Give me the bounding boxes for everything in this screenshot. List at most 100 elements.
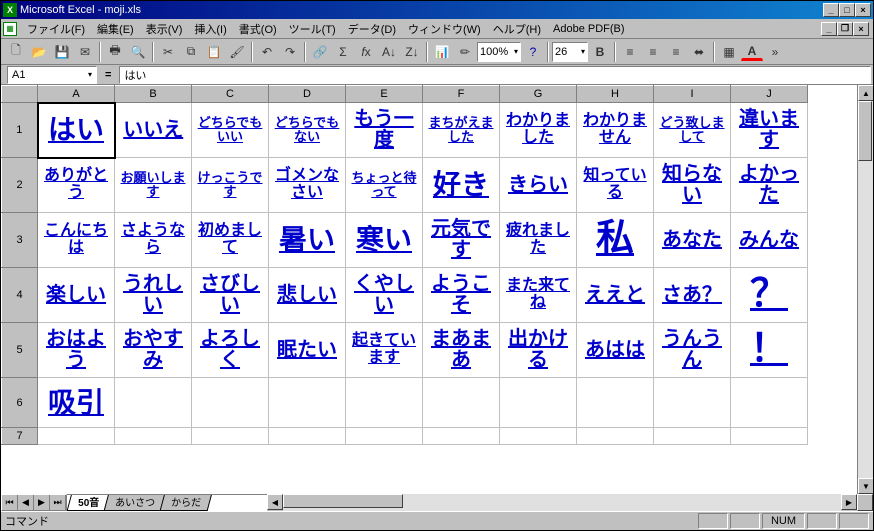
- cell[interactable]: うんうん: [654, 323, 731, 378]
- cell[interactable]: ちょっと待って: [346, 158, 423, 213]
- cell[interactable]: ようこそ: [423, 268, 500, 323]
- menu-format[interactable]: 書式(O): [233, 19, 283, 39]
- cell[interactable]: 好き: [423, 158, 500, 213]
- row-header[interactable]: 3: [2, 213, 38, 268]
- cell[interactable]: 悲しい: [269, 268, 346, 323]
- sheet-first-icon[interactable]: ⏮: [2, 495, 18, 510]
- cell-link[interactable]: あなた: [662, 230, 722, 251]
- cell[interactable]: あはは: [577, 323, 654, 378]
- cell[interactable]: [115, 428, 192, 445]
- cell-link[interactable]: みんな: [739, 230, 799, 251]
- zoom-combo[interactable]: 100%▾: [477, 42, 521, 62]
- cell-link[interactable]: 違います: [733, 109, 805, 151]
- row-header[interactable]: 4: [2, 268, 38, 323]
- column-header[interactable]: I: [654, 86, 731, 103]
- cell[interactable]: うれしい: [115, 268, 192, 323]
- sheet-next-icon[interactable]: ▶: [34, 495, 50, 510]
- cell-link[interactable]: 好き: [433, 170, 489, 199]
- sheet-tab[interactable]: あいさつ: [104, 494, 167, 511]
- cell[interactable]: [654, 428, 731, 445]
- column-header[interactable]: H: [577, 86, 654, 103]
- cell[interactable]: よろしく: [192, 323, 269, 378]
- sheet-last-icon[interactable]: ⏭: [50, 495, 66, 510]
- cell[interactable]: 眠たい: [269, 323, 346, 378]
- cell[interactable]: [731, 428, 808, 445]
- cell-link[interactable]: おやすみ: [117, 329, 189, 371]
- cell[interactable]: [423, 378, 500, 428]
- cell-link[interactable]: 楽しい: [46, 285, 106, 306]
- cell[interactable]: どう致しまして: [654, 103, 731, 158]
- cell[interactable]: ありがとう: [38, 158, 115, 213]
- row-header[interactable]: 1: [2, 103, 38, 158]
- align-left-icon[interactable]: ≡: [619, 41, 641, 63]
- cell[interactable]: くやしい: [346, 268, 423, 323]
- redo-icon[interactable]: ↷: [279, 41, 301, 63]
- row-header[interactable]: 7: [2, 428, 38, 445]
- menu-tools[interactable]: ツール(T): [283, 19, 342, 39]
- maximize-button[interactable]: □: [839, 3, 855, 17]
- cell[interactable]: [38, 428, 115, 445]
- cell[interactable]: わかりません: [577, 103, 654, 158]
- cell-link[interactable]: 私: [596, 220, 634, 260]
- menu-help[interactable]: ヘルプ(H): [487, 19, 547, 39]
- cell[interactable]: [192, 378, 269, 428]
- cell-link[interactable]: どう致しまして: [656, 116, 728, 143]
- horizontal-scrollbar[interactable]: ◀ ▶: [267, 494, 857, 511]
- cell-link[interactable]: けっこうです: [194, 171, 266, 198]
- cell[interactable]: [346, 378, 423, 428]
- menu-insert[interactable]: 挿入(I): [188, 19, 232, 39]
- cell[interactable]: [115, 378, 192, 428]
- mdi-restore-button[interactable]: ❐: [837, 22, 853, 36]
- cell-link[interactable]: 疲れました: [502, 223, 574, 257]
- cell[interactable]: きらい: [500, 158, 577, 213]
- cell[interactable]: [269, 378, 346, 428]
- save-icon[interactable]: 💾: [51, 41, 73, 63]
- cell-link[interactable]: ゴメンなさい: [271, 168, 343, 202]
- cell[interactable]: [192, 428, 269, 445]
- cell-link[interactable]: わかりません: [579, 113, 651, 147]
- fontcolor-icon[interactable]: A: [741, 42, 763, 61]
- cell-link[interactable]: 起きています: [348, 333, 420, 367]
- align-right-icon[interactable]: ≡: [665, 41, 687, 63]
- name-box[interactable]: A1▾: [7, 66, 97, 84]
- hyperlink-icon[interactable]: 🔗: [309, 41, 331, 63]
- cell-link[interactable]: まちがえました: [425, 116, 497, 143]
- scroll-right-icon[interactable]: ▶: [841, 494, 857, 510]
- cell-link[interactable]: さようなら: [117, 223, 189, 257]
- cell-link[interactable]: 知っている: [579, 168, 651, 202]
- cell-link[interactable]: 眠たい: [277, 340, 337, 361]
- menu-edit[interactable]: 編集(E): [91, 19, 140, 39]
- cell[interactable]: こんにちは: [38, 213, 115, 268]
- column-header[interactable]: G: [500, 86, 577, 103]
- cell[interactable]: さあ？: [654, 268, 731, 323]
- sort-asc-icon[interactable]: A↓: [378, 41, 400, 63]
- cell[interactable]: まあまあ: [423, 323, 500, 378]
- align-center-icon[interactable]: ≡: [642, 41, 664, 63]
- cell-link[interactable]: まあまあ: [425, 329, 497, 371]
- cell[interactable]: 起きています: [346, 323, 423, 378]
- cell-link[interactable]: 寒い: [356, 225, 412, 254]
- cell-link[interactable]: 出かける: [502, 329, 574, 371]
- cell[interactable]: [500, 378, 577, 428]
- scroll-up-icon[interactable]: ▲: [858, 85, 873, 101]
- cell-link[interactable]: おはよう: [40, 329, 112, 371]
- cell[interactable]: 知っている: [577, 158, 654, 213]
- cell-link[interactable]: きらい: [508, 175, 568, 196]
- merge-icon[interactable]: ⬌: [688, 41, 710, 63]
- cell-link[interactable]: 吸引: [48, 388, 104, 417]
- mdi-minimize-button[interactable]: _: [821, 22, 837, 36]
- cell-link[interactable]: よかった: [733, 164, 805, 206]
- column-header[interactable]: D: [269, 86, 346, 103]
- cell[interactable]: わかりました: [500, 103, 577, 158]
- sheet-prev-icon[interactable]: ◀: [18, 495, 34, 510]
- cell[interactable]: はい: [38, 103, 115, 158]
- cell[interactable]: 違います: [731, 103, 808, 158]
- cell[interactable]: さようなら: [115, 213, 192, 268]
- cell-link[interactable]: ようこそ: [425, 274, 497, 316]
- bold-icon[interactable]: B: [589, 41, 611, 63]
- close-button[interactable]: ×: [855, 3, 871, 17]
- cell-link[interactable]: 暑い: [279, 225, 335, 254]
- cell-link[interactable]: うんうん: [656, 329, 728, 371]
- cell-link[interactable]: いいえ: [123, 120, 183, 141]
- cell[interactable]: おやすみ: [115, 323, 192, 378]
